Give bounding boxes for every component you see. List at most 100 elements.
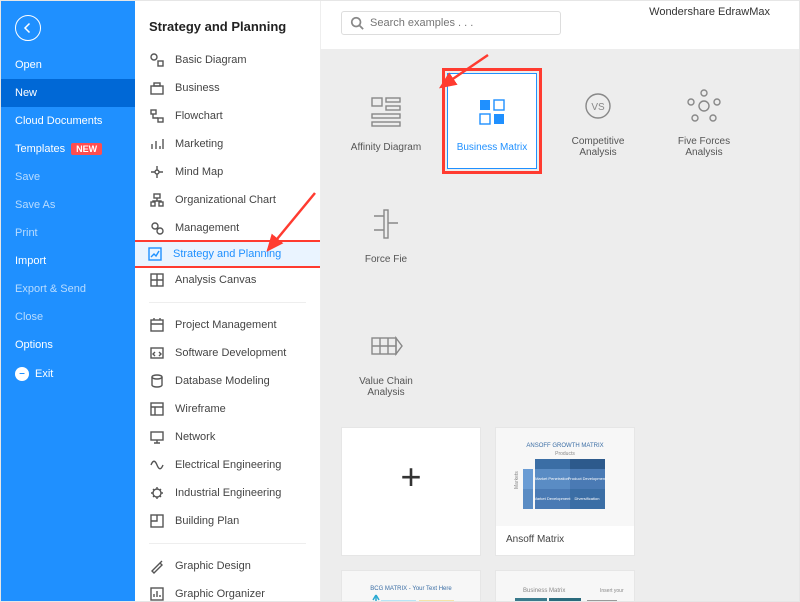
category-item-graphic-organizer[interactable]: Graphic Organizer	[135, 580, 320, 601]
type-card-force-fie[interactable]: Force Fie	[341, 185, 431, 281]
brand-title: Wondershare EdrawMax	[649, 6, 770, 18]
category-item-network[interactable]: Network	[135, 423, 320, 451]
flow-icon	[149, 108, 165, 124]
plan-icon	[149, 513, 165, 529]
grid-icon	[149, 272, 165, 288]
nav-item-label: Print	[15, 227, 38, 239]
template-card-bcg-matrix[interactable]: BCG MATRIX - Your Text Here★?🐄🐕Bcg Matri…	[341, 570, 481, 601]
template-card-ansoff-matrix[interactable]: ANSOFF GROWTH MATRIXProductsMarket Penet…	[495, 427, 635, 556]
type-card-label: Business Matrix	[457, 142, 528, 153]
template-card-business-matrix-4[interactable]: Business MatrixInsert your title hereStr…	[495, 570, 635, 601]
category-item-graphic-design[interactable]: Graphic Design	[135, 552, 320, 580]
category-item-label: Building Plan	[175, 515, 239, 527]
nav-item-label: Exit	[35, 368, 53, 380]
nav-item-label: Open	[15, 59, 42, 71]
affinity-icon	[364, 90, 408, 134]
nav-item-label: Options	[15, 339, 53, 351]
category-item-management[interactable]: Management	[135, 214, 320, 242]
nav-item-save[interactable]: Save	[1, 163, 135, 191]
category-item-label: Business	[175, 82, 220, 94]
back-button[interactable]	[15, 15, 41, 41]
category-item-analysis-canvas[interactable]: Analysis Canvas	[135, 266, 320, 294]
category-item-strategy-and-planning[interactable]: Strategy and Planning	[135, 240, 320, 268]
pen-icon	[149, 558, 165, 574]
category-item-label: Network	[175, 431, 215, 443]
type-card-label: Value Chain Analysis	[341, 376, 431, 398]
category-item-business[interactable]: Business	[135, 74, 320, 102]
nav-item-save-as[interactable]: Save As	[1, 191, 135, 219]
nav-item-label: Close	[15, 311, 43, 323]
category-item-flowchart[interactable]: Flowchart	[135, 102, 320, 130]
org-icon	[149, 192, 165, 208]
type-card-affinity-diagram[interactable]: Affinity Diagram	[341, 73, 431, 169]
category-item-label: Strategy and Planning	[173, 248, 281, 260]
nav-item-options[interactable]: Options	[1, 331, 135, 359]
nav-item-export-send[interactable]: Export & Send	[1, 275, 135, 303]
nav-item-exit[interactable]: –Exit	[1, 359, 135, 389]
category-item-label: Marketing	[175, 138, 223, 150]
category-item-software-development[interactable]: Software Development	[135, 339, 320, 367]
sine-icon	[149, 457, 165, 473]
category-item-building-plan[interactable]: Building Plan	[135, 507, 320, 535]
category-item-electrical-engineering[interactable]: Electrical Engineering	[135, 451, 320, 479]
nav-item-open[interactable]: Open	[1, 51, 135, 79]
svg-text:Diversification: Diversification	[575, 496, 600, 501]
nav-item-label: Templates	[15, 143, 65, 155]
template-new-blank[interactable]: +	[341, 427, 481, 556]
category-item-basic-diagram[interactable]: Basic Diagram	[135, 46, 320, 74]
category-item-label: Management	[175, 222, 239, 234]
category-item-label: Mind Map	[175, 166, 223, 178]
svg-text:Insert your title here: Insert your title here	[600, 588, 625, 594]
category-item-label: Wireframe	[175, 403, 226, 415]
nav-item-label: Cloud Documents	[15, 115, 102, 127]
nav-item-close[interactable]: Close	[1, 303, 135, 331]
type-card-five-forces-analysis[interactable]: Five Forces Analysis	[659, 73, 749, 169]
type-card-competitive-analysis[interactable]: VSCompetitive Analysis	[553, 73, 643, 169]
category-item-wireframe[interactable]: Wireframe	[135, 395, 320, 423]
category-item-organizational-chart[interactable]: Organizational Chart	[135, 186, 320, 214]
gears-icon	[149, 220, 165, 236]
bars-icon	[149, 136, 165, 152]
five-icon	[682, 84, 726, 128]
nav-item-new[interactable]: New	[1, 79, 135, 107]
linechart-icon	[147, 246, 163, 262]
type-card-business-matrix[interactable]: Business Matrix	[447, 73, 537, 169]
mindmap-icon	[149, 164, 165, 180]
nav-item-label: Save As	[15, 199, 55, 211]
template-thumb: ANSOFF GROWTH MATRIXProductsMarket Penet…	[496, 428, 634, 526]
svg-text:Product Development: Product Development	[568, 476, 607, 481]
template-name: Ansoff Matrix	[496, 526, 634, 555]
main-area: Affinity Diagram Business Matrix VSCompeti…	[321, 1, 799, 601]
nav-item-cloud-documents[interactable]: Cloud Documents	[1, 107, 135, 135]
search-input[interactable]	[341, 11, 561, 35]
category-item-project-management[interactable]: Project Management	[135, 311, 320, 339]
category-item-label: Database Modeling	[175, 375, 270, 387]
shapes-icon	[149, 52, 165, 68]
svg-text:Markets: Markets	[514, 471, 520, 489]
template-thumb: Business MatrixInsert your title hereStr…	[496, 571, 634, 601]
category-heading: Strategy and Planning	[135, 1, 320, 46]
exit-icon: –	[15, 367, 29, 381]
nav-item-import[interactable]: Import	[1, 247, 135, 275]
category-item-label: Electrical Engineering	[175, 459, 281, 471]
svg-text:VS: VS	[591, 102, 605, 113]
category-item-mind-map[interactable]: Mind Map	[135, 158, 320, 186]
category-item-label: Graphic Organizer	[175, 588, 265, 600]
matrix-icon	[470, 90, 514, 134]
left-nav: Open New Cloud Documents TemplatesNEW Save Sa…	[1, 1, 135, 601]
svg-text:Products: Products	[555, 451, 575, 457]
template-thumb: +	[342, 428, 480, 526]
category-item-marketing[interactable]: Marketing	[135, 130, 320, 158]
category-item-database-modeling[interactable]: Database Modeling	[135, 367, 320, 395]
category-panel: Strategy and Planning Basic Diagram Busin…	[135, 1, 321, 601]
nav-item-templates[interactable]: TemplatesNEW	[1, 135, 135, 163]
category-item-label: Basic Diagram	[175, 54, 247, 66]
category-item-industrial-engineering[interactable]: Industrial Engineering	[135, 479, 320, 507]
search-field[interactable]	[370, 17, 552, 29]
category-item-label: Organizational Chart	[175, 194, 276, 206]
nav-item-print[interactable]: Print	[1, 219, 135, 247]
net-icon	[149, 429, 165, 445]
code-icon	[149, 345, 165, 361]
type-card-value-chain-analysis[interactable]: Value Chain Analysis	[341, 313, 431, 409]
nav-item-label: Save	[15, 171, 40, 183]
